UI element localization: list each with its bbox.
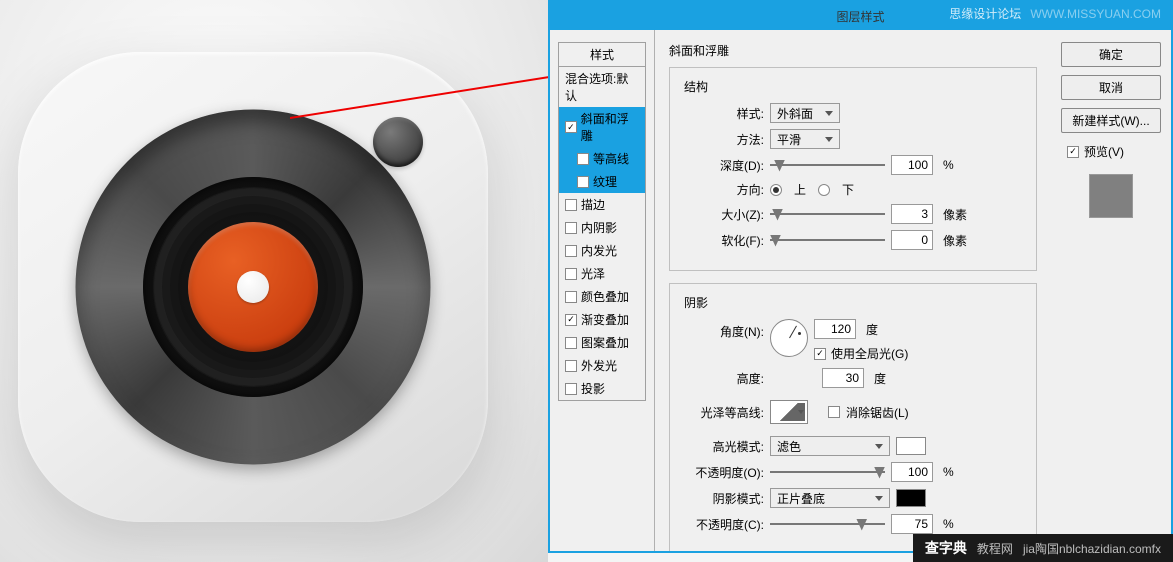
radio-down[interactable]	[818, 184, 830, 196]
style-satin[interactable]: 光泽	[559, 262, 645, 285]
label-highlight-mode: 高光模式:	[684, 438, 764, 455]
gloss-contour-picker[interactable]	[770, 400, 808, 424]
label-soften: 软化(F):	[684, 232, 764, 249]
label-gloss-contour: 光泽等高线:	[684, 404, 764, 421]
style-gradient-overlay[interactable]: 渐变叠加	[559, 308, 645, 331]
select-highlight-mode[interactable]: 滤色	[770, 436, 890, 456]
cancel-button[interactable]: 取消	[1061, 75, 1161, 100]
input-altitude[interactable]: 30	[822, 368, 864, 388]
ok-button[interactable]: 确定	[1061, 42, 1161, 67]
style-outer-glow[interactable]: 外发光	[559, 354, 645, 377]
watermark-bottom: 查字典 教程网 jia陶国nblchazidian.comfx	[913, 534, 1173, 562]
dialog-titlebar[interactable]: 图层样式 思缘设计论坛 WWW.MISSYUAN.COM	[550, 2, 1171, 30]
checkbox-global-light[interactable]	[814, 348, 826, 360]
label-size: 大小(Z):	[684, 206, 764, 223]
input-highlight-opacity[interactable]: 100	[891, 462, 933, 482]
right-panel: 确定 取消 新建样式(W)... 预览(V)	[1051, 30, 1171, 551]
style-pattern-overlay[interactable]: 图案叠加	[559, 331, 645, 354]
label-highlight-opacity: 不透明度(O):	[684, 464, 764, 481]
checkbox-icon[interactable]	[565, 121, 577, 133]
style-bevel-emboss[interactable]: 斜面和浮雕	[559, 107, 645, 147]
style-color-overlay[interactable]: 颜色叠加	[559, 285, 645, 308]
shading-fieldset: 阴影 角度(N): 120 度 使用全局光(G)	[669, 283, 1037, 551]
style-contour[interactable]: 等高线	[559, 147, 645, 170]
checkbox-icon[interactable]	[577, 153, 589, 165]
shadow-color-swatch[interactable]	[896, 489, 926, 507]
style-blend-defaults[interactable]: 混合选项:默认	[559, 67, 645, 107]
style-drop-shadow[interactable]: 投影	[559, 377, 645, 400]
input-angle[interactable]: 120	[814, 319, 856, 339]
radio-up[interactable]	[770, 184, 782, 196]
label-depth: 深度(D):	[684, 157, 764, 174]
label-shadow-opacity: 不透明度(C):	[684, 516, 764, 533]
slider-highlight-opacity[interactable]	[770, 465, 885, 480]
checkbox-icon[interactable]	[577, 176, 589, 188]
checkbox-icon[interactable]	[565, 222, 577, 234]
label-angle: 角度(N):	[684, 323, 764, 340]
record-player-icon	[18, 52, 488, 522]
input-depth[interactable]: 100	[891, 155, 933, 175]
styles-panel: 样式 混合选项:默认 斜面和浮雕 等高线 纹理 描边 内阴影 内发光 光泽 颜色…	[550, 30, 655, 551]
slider-depth[interactable]	[770, 158, 885, 173]
settings-panel: 斜面和浮雕 结构 样式: 外斜面 方法: 平滑 深度(D): 100 %	[655, 30, 1051, 551]
label-direction: 方向:	[684, 181, 764, 198]
layer-style-dialog: 图层样式 思缘设计论坛 WWW.MISSYUAN.COM 样式 混合选项:默认 …	[548, 0, 1173, 553]
section-title: 斜面和浮雕	[669, 42, 1037, 59]
checkbox-icon[interactable]	[565, 383, 577, 395]
new-style-button[interactable]: 新建样式(W)...	[1061, 108, 1161, 133]
style-stroke[interactable]: 描边	[559, 193, 645, 216]
checkbox-icon[interactable]	[565, 291, 577, 303]
input-soften[interactable]: 0	[891, 230, 933, 250]
select-shadow-mode[interactable]: 正片叠底	[770, 488, 890, 508]
select-style[interactable]: 外斜面	[770, 103, 840, 123]
select-technique[interactable]: 平滑	[770, 129, 840, 149]
slider-shadow-opacity[interactable]	[770, 517, 885, 532]
styles-header[interactable]: 样式	[558, 42, 646, 67]
angle-dial[interactable]	[770, 319, 808, 357]
preview-swatch	[1089, 174, 1133, 218]
shading-title: 阴影	[684, 294, 1022, 311]
checkbox-icon[interactable]	[565, 199, 577, 211]
structure-title: 结构	[684, 78, 1022, 95]
label-style: 样式:	[684, 105, 764, 122]
input-size[interactable]: 3	[891, 204, 933, 224]
checkbox-icon[interactable]	[565, 360, 577, 372]
checkbox-antialias[interactable]	[828, 406, 840, 418]
disc-center-hole	[237, 271, 269, 303]
watermark-top: 思缘设计论坛 WWW.MISSYUAN.COM	[949, 5, 1161, 22]
canvas-area	[0, 0, 548, 562]
style-inner-shadow[interactable]: 内阴影	[559, 216, 645, 239]
input-shadow-opacity[interactable]: 75	[891, 514, 933, 534]
slider-soften[interactable]	[770, 233, 885, 248]
label-shadow-mode: 阴影模式:	[684, 490, 764, 507]
checkbox-icon[interactable]	[565, 245, 577, 257]
checkbox-icon[interactable]	[565, 268, 577, 280]
highlight-color-swatch[interactable]	[896, 437, 926, 455]
slider-size[interactable]	[770, 207, 885, 222]
checkbox-icon[interactable]	[565, 337, 577, 349]
checkbox-preview[interactable]	[1067, 146, 1079, 158]
label-technique: 方法:	[684, 131, 764, 148]
style-texture[interactable]: 纹理	[559, 170, 645, 193]
structure-fieldset: 结构 样式: 外斜面 方法: 平滑 深度(D): 100 % 方向:	[669, 67, 1037, 271]
label-altitude: 高度:	[684, 370, 764, 387]
checkbox-icon[interactable]	[565, 314, 577, 326]
style-inner-glow[interactable]: 内发光	[559, 239, 645, 262]
record-knob	[373, 117, 423, 167]
